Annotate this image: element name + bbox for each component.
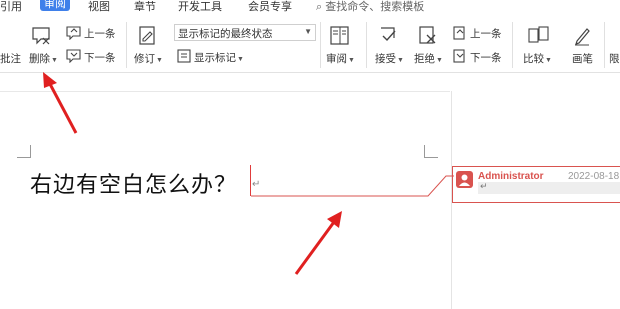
overlay-annotations xyxy=(43,72,454,275)
annotation-arrow-2 xyxy=(294,211,342,275)
comment-connector-line xyxy=(251,175,454,197)
annotation-arrow-1 xyxy=(43,72,78,134)
